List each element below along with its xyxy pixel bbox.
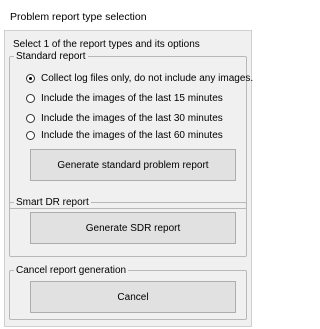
radio-images-30-min[interactable]: Include the images of the last 30 minute…	[26, 113, 223, 124]
radio-button-icon[interactable]	[26, 114, 35, 123]
instructions-text: Select 1 of the report types and its opt…	[13, 39, 200, 50]
radio-label: Include the images of the last 60 minute…	[41, 130, 223, 141]
radio-label: Include the images of the last 30 minute…	[41, 113, 223, 124]
radio-images-60-min[interactable]: Include the images of the last 60 minute…	[26, 130, 223, 141]
radio-button-icon[interactable]	[26, 131, 35, 140]
cancel-button[interactable]: Cancel	[30, 281, 236, 313]
generate-standard-report-button[interactable]: Generate standard problem report	[30, 149, 236, 181]
radio-button-icon[interactable]	[26, 74, 35, 83]
radio-log-files-only[interactable]: Collect log files only, do not include a…	[26, 73, 253, 84]
generate-sdr-report-button[interactable]: Generate SDR report	[30, 212, 236, 244]
smart-dr-report-legend: Smart DR report	[16, 197, 89, 208]
radio-button-icon[interactable]	[26, 94, 35, 103]
radio-label: Collect log files only, do not include a…	[41, 73, 254, 84]
window-title: Problem report type selection	[10, 11, 147, 23]
cancel-report-legend: Cancel report generation	[16, 265, 127, 276]
radio-label: Include the images of the last 15 minute…	[41, 93, 223, 104]
radio-images-15-min[interactable]: Include the images of the last 15 minute…	[26, 93, 223, 104]
standard-report-legend: Standard report	[16, 51, 86, 62]
